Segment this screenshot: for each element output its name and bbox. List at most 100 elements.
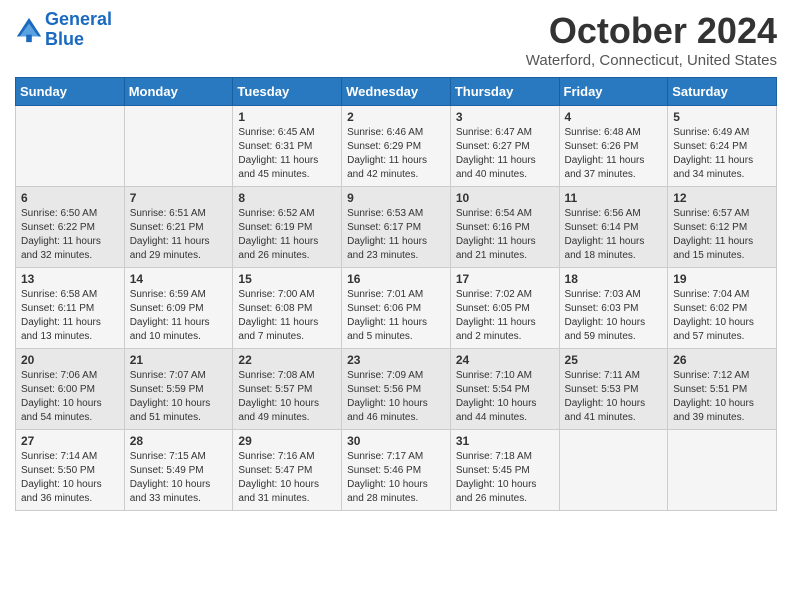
day-number: 13 — [21, 272, 119, 286]
day-info: Sunrise: 7:11 AMSunset: 5:53 PMDaylight:… — [565, 369, 663, 425]
day-info: Sunrise: 6:59 AMSunset: 6:09 PMDaylight:… — [130, 288, 228, 344]
calendar-cell-w3-d5: 17Sunrise: 7:02 AMSunset: 6:05 PMDayligh… — [450, 268, 559, 349]
page-header: General Blue October 2024 Waterford, Con… — [15, 10, 777, 69]
day-info: Sunrise: 6:53 AMSunset: 6:17 PMDaylight:… — [347, 207, 445, 263]
header-tuesday: Tuesday — [233, 78, 342, 106]
day-info: Sunrise: 6:49 AMSunset: 6:24 PMDaylight:… — [673, 126, 771, 182]
calendar-cell-w5-d3: 29 Sunrise: 7:16 AMSunset: 5:47 PMDayligh… — [233, 430, 342, 511]
day-info: Sunrise: 7:06 AMSunset: 6:00 PMDaylight:… — [21, 369, 119, 425]
day-number: 20 — [21, 353, 119, 367]
month-title: October 2024 — [526, 10, 777, 52]
day-info: Sunrise: 6:50 AMSunset: 6:22 PMDaylight:… — [21, 207, 119, 263]
calendar-cell-w1-d7: 5 Sunrise: 6:49 AMSunset: 6:24 PMDaylight… — [668, 106, 777, 187]
day-number: 30 — [347, 434, 445, 448]
calendar-cell-w2-d4: 9 Sunrise: 6:53 AMSunset: 6:17 PMDaylight… — [342, 187, 451, 268]
day-number: 18 — [565, 272, 663, 286]
calendar-week-5: 27Sunrise: 7:14 AMSunset: 5:50 PMDayligh… — [16, 430, 777, 511]
day-number: 29 — [238, 434, 336, 448]
day-info: Sunrise: 7:01 AMSunset: 6:06 PMDaylight:… — [347, 288, 445, 344]
day-info: Sunrise: 7:16 AMSunset: 5:47 PMDaylight:… — [238, 450, 336, 506]
day-info: Sunrise: 7:08 AMSunset: 5:57 PMDaylight:… — [238, 369, 336, 425]
calendar-week-1: 1 Sunrise: 6:45 AMSunset: 6:31 PMDaylight… — [16, 106, 777, 187]
header-thursday: Thursday — [450, 78, 559, 106]
day-number: 2 — [347, 110, 445, 124]
day-number: 16 — [347, 272, 445, 286]
day-number: 14 — [130, 272, 228, 286]
day-info: Sunrise: 6:58 AMSunset: 6:11 PMDaylight:… — [21, 288, 119, 344]
header-saturday: Saturday — [668, 78, 777, 106]
day-number: 12 — [673, 191, 771, 205]
calendar-week-2: 6 Sunrise: 6:50 AMSunset: 6:22 PMDaylight… — [16, 187, 777, 268]
calendar-cell-w5-d6 — [559, 430, 668, 511]
calendar-cell-w3-d7: 19Sunrise: 7:04 AMSunset: 6:02 PMDayligh… — [668, 268, 777, 349]
day-number: 31 — [456, 434, 554, 448]
calendar-cell-w4-d5: 24Sunrise: 7:10 AMSunset: 5:54 PMDayligh… — [450, 349, 559, 430]
calendar-cell-w2-d1: 6 Sunrise: 6:50 AMSunset: 6:22 PMDaylight… — [16, 187, 125, 268]
day-info: Sunrise: 6:52 AMSunset: 6:19 PMDaylight:… — [238, 207, 336, 263]
day-info: Sunrise: 7:00 AMSunset: 6:08 PMDaylight:… — [238, 288, 336, 344]
calendar-cell-w3-d2: 14 Sunrise: 6:59 AMSunset: 6:09 PMDayligh… — [124, 268, 233, 349]
calendar-header-row: SundayMondayTuesdayWednesdayThursdayFrid… — [16, 78, 777, 106]
calendar-cell-w5-d2: 28Sunrise: 7:15 AMSunset: 5:49 PMDayligh… — [124, 430, 233, 511]
title-block: October 2024 Waterford, Connecticut, Uni… — [526, 10, 777, 69]
day-info: Sunrise: 6:48 AMSunset: 6:26 PMDaylight:… — [565, 126, 663, 182]
calendar-week-4: 20 Sunrise: 7:06 AMSunset: 6:00 PMDayligh… — [16, 349, 777, 430]
location: Waterford, Connecticut, United States — [526, 52, 777, 69]
day-info: Sunrise: 7:10 AMSunset: 5:54 PMDaylight:… — [456, 369, 554, 425]
calendar-cell-w3-d3: 15Sunrise: 7:00 AMSunset: 6:08 PMDayligh… — [233, 268, 342, 349]
day-number: 1 — [238, 110, 336, 124]
day-info: Sunrise: 6:56 AMSunset: 6:14 PMDaylight:… — [565, 207, 663, 263]
day-number: 4 — [565, 110, 663, 124]
calendar-cell-w4-d1: 20 Sunrise: 7:06 AMSunset: 6:00 PMDayligh… — [16, 349, 125, 430]
day-number: 21 — [130, 353, 228, 367]
day-info: Sunrise: 6:51 AMSunset: 6:21 PMDaylight:… — [130, 207, 228, 263]
day-number: 8 — [238, 191, 336, 205]
day-info: Sunrise: 6:46 AMSunset: 6:29 PMDaylight:… — [347, 126, 445, 182]
calendar-cell-w5-d4: 30 Sunrise: 7:17 AMSunset: 5:46 PMDayligh… — [342, 430, 451, 511]
calendar-cell-w5-d5: 31Sunrise: 7:18 AMSunset: 5:45 PMDayligh… — [450, 430, 559, 511]
calendar-cell-w1-d2 — [124, 106, 233, 187]
day-number: 5 — [673, 110, 771, 124]
day-number: 23 — [347, 353, 445, 367]
day-number: 7 — [130, 191, 228, 205]
logo-line1: General — [45, 9, 112, 29]
calendar-cell-w3-d6: 18 Sunrise: 7:03 AMSunset: 6:03 PMDayligh… — [559, 268, 668, 349]
calendar-cell-w2-d2: 7 Sunrise: 6:51 AMSunset: 6:21 PMDaylight… — [124, 187, 233, 268]
day-number: 19 — [673, 272, 771, 286]
day-info: Sunrise: 7:07 AMSunset: 5:59 PMDaylight:… — [130, 369, 228, 425]
day-info: Sunrise: 7:03 AMSunset: 6:03 PMDaylight:… — [565, 288, 663, 344]
day-number: 6 — [21, 191, 119, 205]
day-number: 3 — [456, 110, 554, 124]
header-monday: Monday — [124, 78, 233, 106]
calendar-cell-w4-d2: 21 Sunrise: 7:07 AMSunset: 5:59 PMDayligh… — [124, 349, 233, 430]
day-number: 11 — [565, 191, 663, 205]
calendar-cell-w1-d6: 4 Sunrise: 6:48 AMSunset: 6:26 PMDaylight… — [559, 106, 668, 187]
calendar-cell-w4-d7: 26Sunrise: 7:12 AMSunset: 5:51 PMDayligh… — [668, 349, 777, 430]
day-number: 27 — [21, 434, 119, 448]
calendar-week-3: 13 Sunrise: 6:58 AMSunset: 6:11 PMDayligh… — [16, 268, 777, 349]
calendar-cell-w5-d7 — [668, 430, 777, 511]
day-info: Sunrise: 7:17 AMSunset: 5:46 PMDaylight:… — [347, 450, 445, 506]
calendar-cell-w3-d4: 16 Sunrise: 7:01 AMSunset: 6:06 PMDayligh… — [342, 268, 451, 349]
logo-icon — [15, 16, 43, 44]
day-info: Sunrise: 6:45 AMSunset: 6:31 PMDaylight:… — [238, 126, 336, 182]
day-number: 25 — [565, 353, 663, 367]
day-info: Sunrise: 7:09 AMSunset: 5:56 PMDaylight:… — [347, 369, 445, 425]
header-friday: Friday — [559, 78, 668, 106]
calendar-cell-w1-d3: 1 Sunrise: 6:45 AMSunset: 6:31 PMDaylight… — [233, 106, 342, 187]
day-info: Sunrise: 7:15 AMSunset: 5:49 PMDaylight:… — [130, 450, 228, 506]
calendar-cell-w2-d7: 12Sunrise: 6:57 AMSunset: 6:12 PMDayligh… — [668, 187, 777, 268]
logo: General Blue — [15, 10, 112, 50]
calendar-cell-w2-d6: 11 Sunrise: 6:56 AMSunset: 6:14 PMDayligh… — [559, 187, 668, 268]
day-number: 22 — [238, 353, 336, 367]
calendar-cell-w4-d4: 23 Sunrise: 7:09 AMSunset: 5:56 PMDayligh… — [342, 349, 451, 430]
calendar-cell-w1-d1 — [16, 106, 125, 187]
day-number: 17 — [456, 272, 554, 286]
calendar-cell-w1-d5: 3Sunrise: 6:47 AMSunset: 6:27 PMDaylight… — [450, 106, 559, 187]
day-number: 9 — [347, 191, 445, 205]
logo-line2: Blue — [45, 29, 84, 49]
day-number: 26 — [673, 353, 771, 367]
calendar-cell-w4-d3: 22 Sunrise: 7:08 AMSunset: 5:57 PMDayligh… — [233, 349, 342, 430]
calendar-cell-w5-d1: 27Sunrise: 7:14 AMSunset: 5:50 PMDayligh… — [16, 430, 125, 511]
calendar-cell-w4-d6: 25 Sunrise: 7:11 AMSunset: 5:53 PMDayligh… — [559, 349, 668, 430]
